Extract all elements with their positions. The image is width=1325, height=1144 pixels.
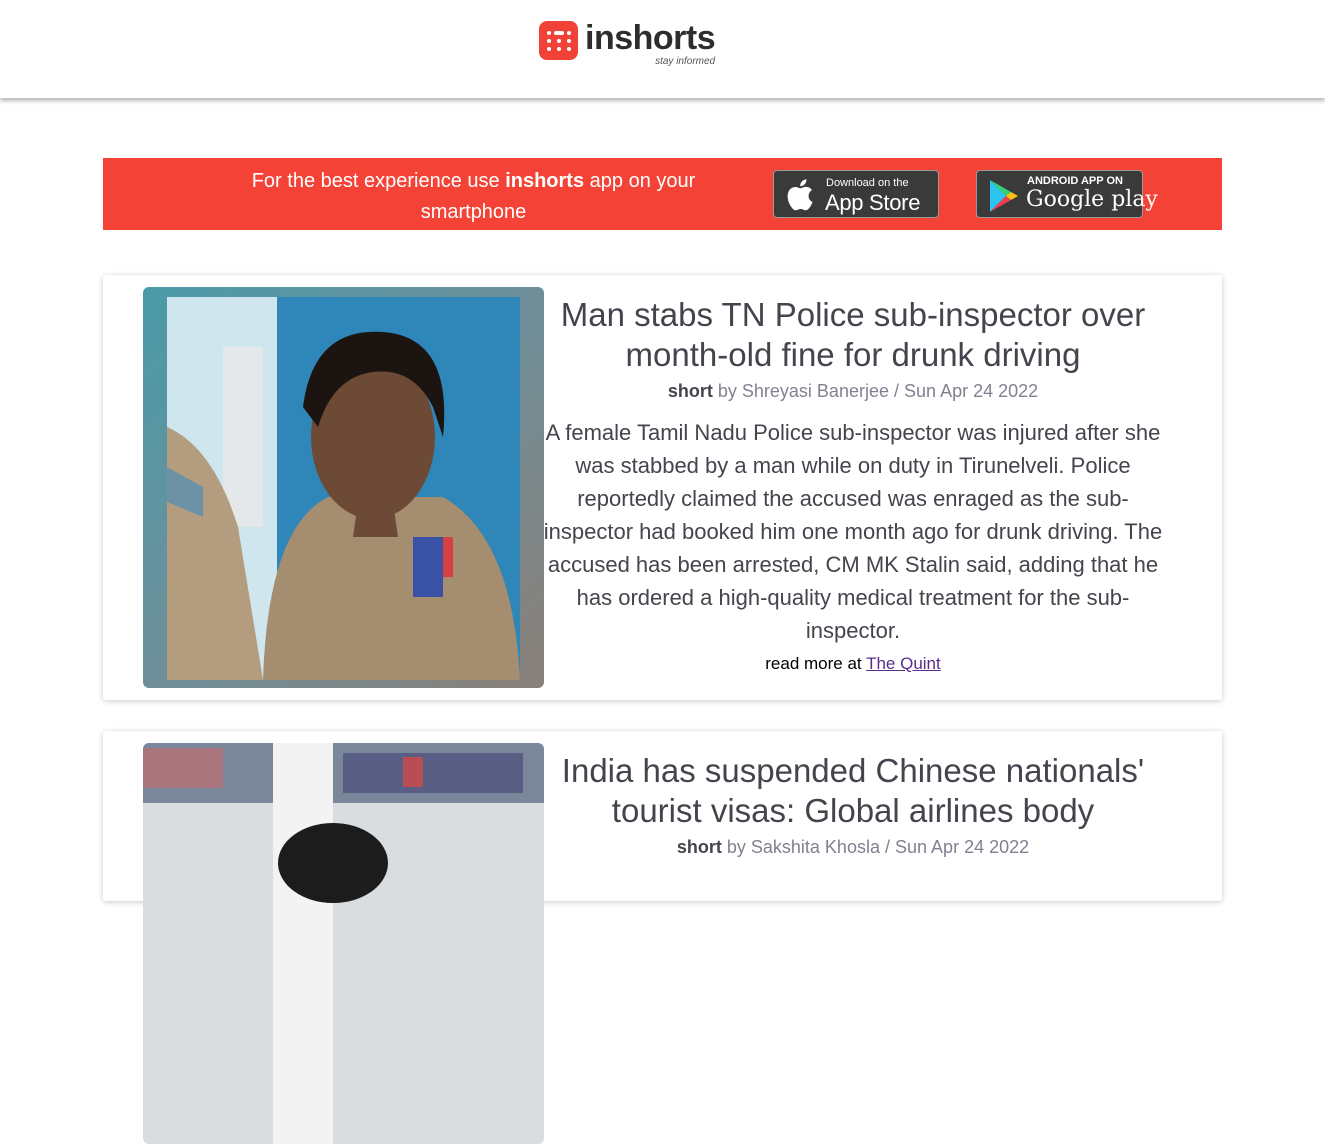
google-play-button[interactable]: ANDROID APP ON Google play — [976, 170, 1158, 218]
source-link[interactable]: The Quint — [866, 654, 941, 673]
news-author: Sakshita Khosla — [750, 837, 880, 857]
app-store-button[interactable]: Download on the App Store — [773, 170, 939, 218]
news-type: short — [676, 837, 722, 857]
news-separator: / — [894, 381, 900, 401]
news-separator: / — [884, 837, 890, 857]
news-date: Sun Apr 24 2022 — [895, 837, 1030, 857]
news-card: Man stabs TN Police sub-inspector over m… — [103, 275, 1222, 700]
banner-text-before: For the best experience use — [251, 170, 506, 192]
news-body: India has suspended Chinese nationals' t… — [537, 751, 1169, 858]
inshorts-logo[interactable]: inshorts stay informed — [539, 19, 716, 67]
google-play-label: Google play — [1026, 187, 1158, 212]
news-by: by — [726, 837, 746, 857]
site-header: inshorts stay informed — [0, 0, 1325, 98]
news-meta: short by Sakshita Khosla / Sun Apr 24 20… — [537, 837, 1169, 858]
news-meta: short by Shreyasi Banerjee / Sun Apr 24 … — [537, 381, 1169, 402]
read-more: read more at The Quint — [537, 654, 1169, 674]
google-play-small-label: ANDROID APP ON — [1027, 175, 1123, 187]
banner-message: For the best experience use inshorts app… — [231, 166, 716, 228]
news-image — [143, 287, 544, 688]
banner-text-brand: inshorts — [505, 170, 585, 192]
news-type: short — [667, 381, 713, 401]
news-body: Man stabs TN Police sub-inspector over m… — [537, 295, 1169, 674]
brand-name: inshorts — [585, 19, 716, 57]
app-promo-banner: For the best experience use inshorts app… — [103, 158, 1222, 230]
news-author: Shreyasi Banerjee — [741, 381, 889, 401]
inshorts-logo-icon — [539, 21, 578, 60]
news-title[interactable]: India has suspended Chinese nationals' t… — [537, 751, 1169, 831]
read-more-prefix: read more at — [765, 654, 862, 673]
news-content: A female Tamil Nadu Police sub-inspector… — [543, 420, 1163, 643]
news-by: by — [717, 381, 737, 401]
news-card: India has suspended Chinese nationals' t… — [103, 731, 1222, 1144]
app-store-small-label: Download on the — [826, 177, 909, 189]
news-date: Sun Apr 24 2022 — [904, 381, 1039, 401]
app-store-label: App Store — [825, 190, 921, 215]
news-image — [143, 743, 544, 1144]
google-play-icon — [989, 179, 1019, 218]
brand-tagline: stay informed — [655, 56, 716, 67]
news-title[interactable]: Man stabs TN Police sub-inspector over m… — [537, 295, 1169, 375]
apple-icon — [786, 179, 814, 216]
